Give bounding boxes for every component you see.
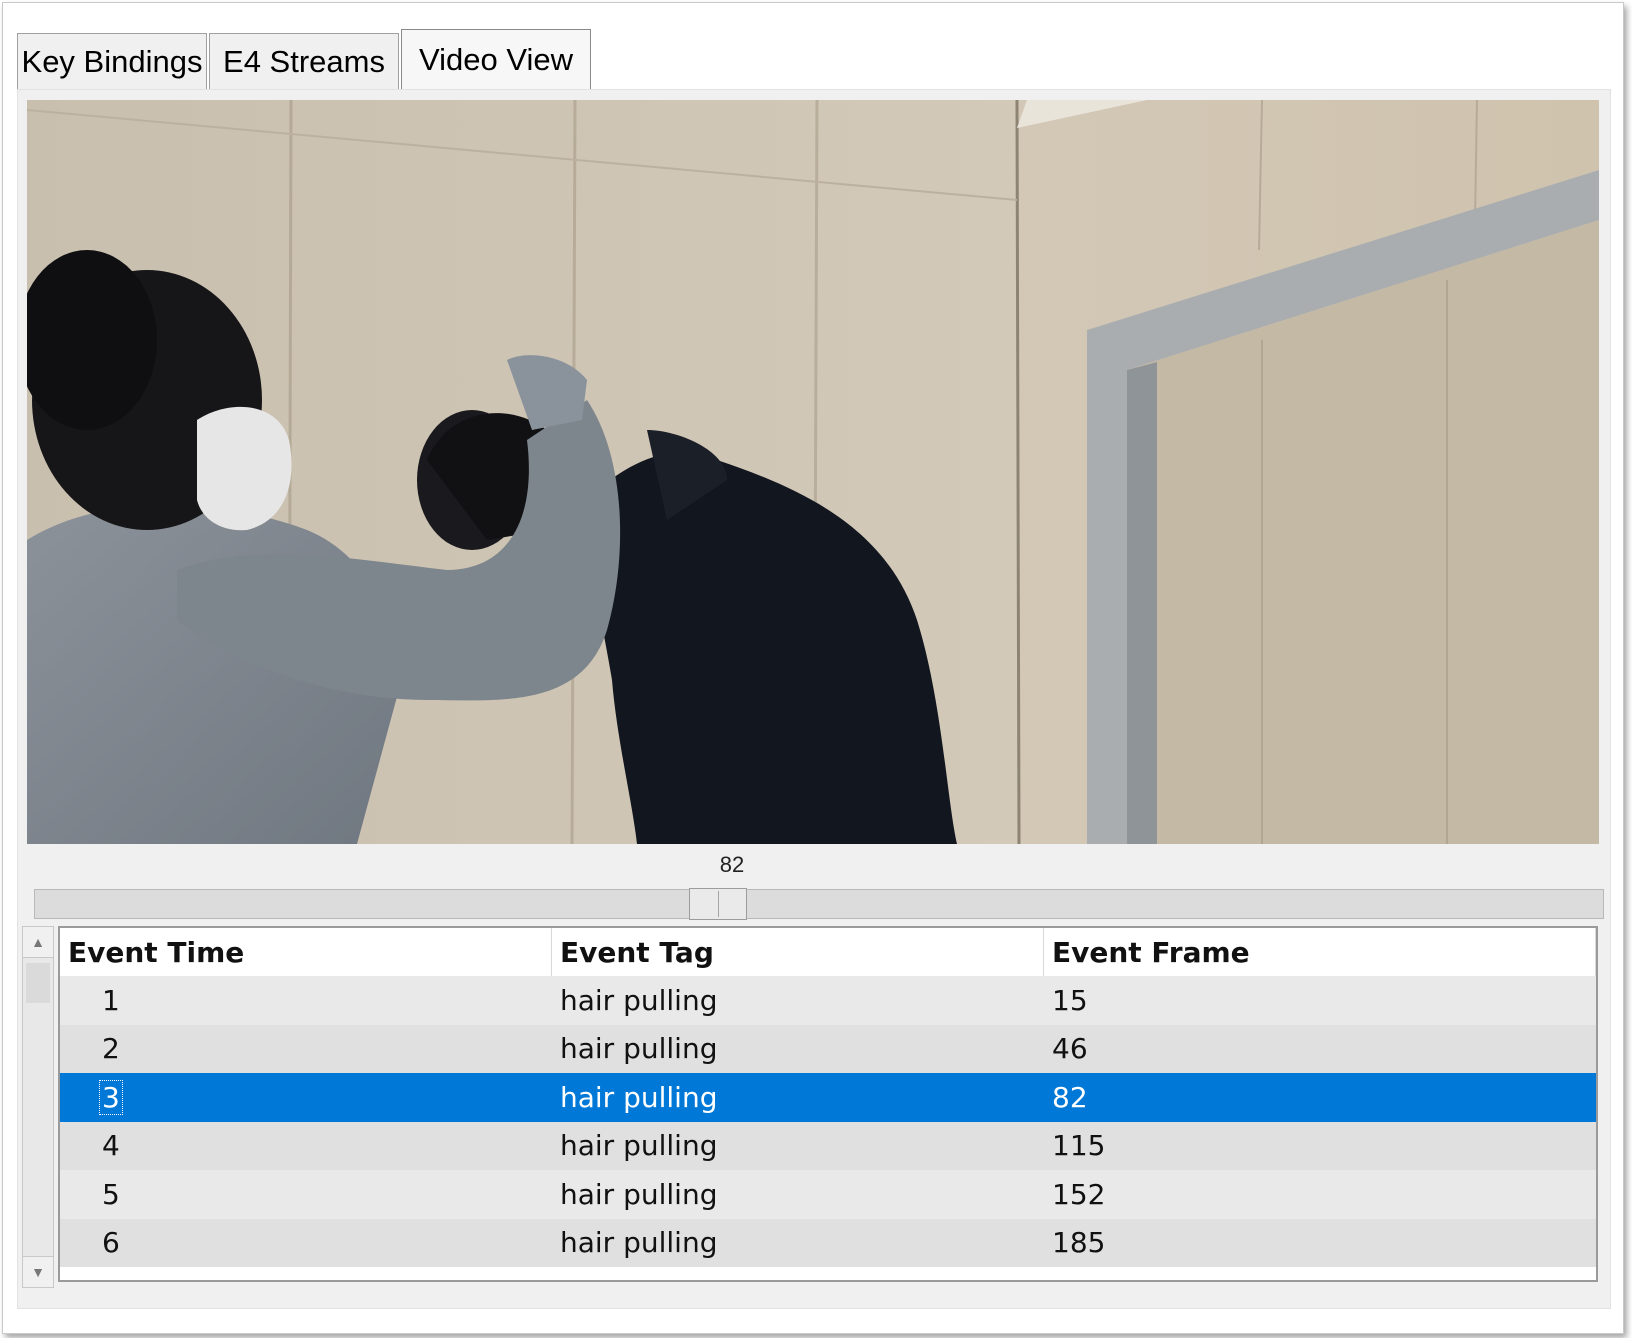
focus-indicator: 3 bbox=[99, 1079, 123, 1115]
scroll-down-arrow-icon[interactable]: ▼ bbox=[23, 1256, 53, 1287]
tab-e4-streams[interactable]: E4 Streams bbox=[209, 33, 399, 89]
table-row[interactable]: 4 hair pulling 115 bbox=[60, 1121, 1596, 1170]
column-header-event-tag[interactable]: Event Tag bbox=[552, 928, 1044, 976]
video-frame bbox=[27, 100, 1599, 844]
table-header-row: Event Time Event Tag Event Frame bbox=[60, 928, 1596, 976]
cell-event-time: 6 bbox=[102, 1226, 120, 1260]
table-row[interactable]: 1 hair pulling 15 bbox=[60, 976, 1596, 1025]
frame-slider-thumb[interactable] bbox=[688, 888, 747, 920]
cell-event-tag: hair pulling bbox=[560, 1226, 718, 1260]
cell-event-frame: 185 bbox=[1052, 1226, 1106, 1260]
cell-event-frame: 115 bbox=[1052, 1129, 1106, 1163]
table-row[interactable]: 6 hair pulling 185 bbox=[60, 1218, 1596, 1267]
table-row-selected[interactable]: 3 hair pulling 82 bbox=[60, 1073, 1596, 1122]
table-row[interactable]: 2 hair pulling 46 bbox=[60, 1024, 1596, 1073]
cell-event-tag: hair pulling bbox=[560, 1129, 718, 1163]
frame-slider-track[interactable] bbox=[34, 889, 1604, 919]
video-view-panel: 82 ▲ ▼ Event Time Event Tag Event Frame … bbox=[17, 89, 1611, 1309]
app-window: Key Bindings E4 Streams Video View 82 ▲ … bbox=[2, 2, 1624, 1334]
cell-event-time: 3 bbox=[60, 1073, 552, 1122]
cell-event-time: 4 bbox=[102, 1129, 120, 1163]
column-header-event-time[interactable]: Event Time bbox=[60, 928, 552, 976]
cell-event-tag: hair pulling bbox=[560, 1177, 718, 1211]
cell-event-frame: 46 bbox=[1052, 1032, 1088, 1066]
table-vertical-scrollbar[interactable]: ▲ ▼ bbox=[22, 926, 54, 1288]
cell-event-time: 1 bbox=[102, 983, 120, 1017]
slider-value-label: 82 bbox=[719, 852, 745, 877]
cell-event-tag: hair pulling bbox=[560, 983, 718, 1017]
scrollbar-thumb[interactable] bbox=[26, 963, 50, 1003]
cell-event-time: 2 bbox=[102, 1032, 120, 1066]
tab-video-view[interactable]: Video View bbox=[401, 29, 591, 89]
tab-key-bindings[interactable]: Key Bindings bbox=[17, 33, 207, 89]
cell-event-time: 5 bbox=[102, 1177, 120, 1211]
events-table: Event Time Event Tag Event Frame 1 hair … bbox=[58, 926, 1598, 1282]
cell-event-frame: 152 bbox=[1052, 1177, 1106, 1211]
cell-event-tag: hair pulling bbox=[560, 1032, 718, 1066]
scroll-up-arrow-icon[interactable]: ▲ bbox=[23, 927, 53, 958]
cell-event-frame: 82 bbox=[1052, 1080, 1088, 1114]
cell-event-frame: 15 bbox=[1052, 983, 1088, 1017]
tab-bar: Key Bindings E4 Streams Video View bbox=[17, 29, 593, 89]
table-row[interactable]: 5 hair pulling 152 bbox=[60, 1170, 1596, 1219]
cell-event-tag: hair pulling bbox=[560, 1080, 718, 1114]
column-header-event-frame[interactable]: Event Frame bbox=[1044, 928, 1596, 976]
